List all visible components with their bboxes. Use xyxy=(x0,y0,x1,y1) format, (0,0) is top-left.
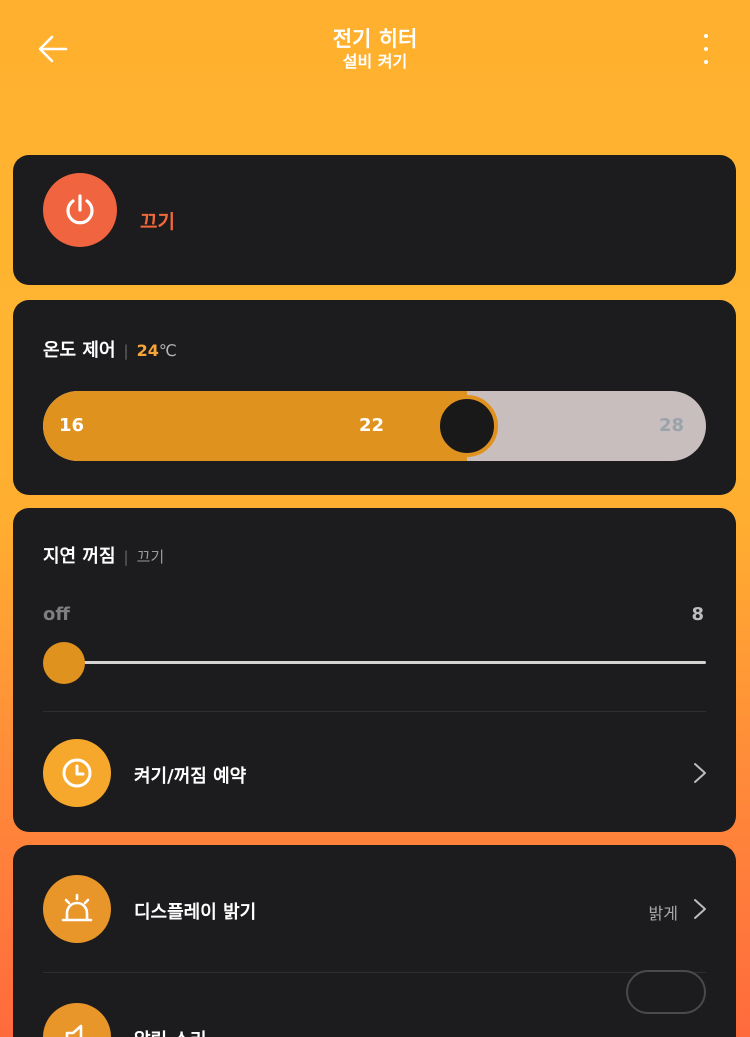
chevron-right-icon xyxy=(694,763,706,783)
schedule-label: 켜기/꺼짐 예약 xyxy=(134,766,247,787)
temperature-min-label: 16 xyxy=(59,415,85,436)
header: 전기 히터 설비 켜기 xyxy=(0,0,750,100)
notification-sound-label: 알림 소리 xyxy=(134,1026,207,1037)
temperature-mid-label: 22 xyxy=(359,415,385,436)
brightness-icon xyxy=(61,893,93,922)
display-settings-card: 디스플레이 밝기 밝게 알림 소리 xyxy=(13,845,736,1037)
chevron-right-icon xyxy=(694,899,706,919)
delay-off-title-row: 지연 꺼짐 | 끄기 xyxy=(43,546,165,567)
page-subtitle: 설비 켜기 xyxy=(342,52,408,71)
temperature-unit: ℃ xyxy=(158,341,177,360)
schedule-icon-bg xyxy=(43,739,111,807)
title-block: 전기 히터 설비 켜기 xyxy=(0,26,750,72)
power-card: 끄기 xyxy=(13,155,736,285)
temperature-title: 온도 제어 xyxy=(43,340,116,361)
delay-off-slider-knob[interactable] xyxy=(43,642,85,684)
sound-icon-bg xyxy=(43,1003,111,1037)
temperature-slider-knob[interactable] xyxy=(436,395,499,457)
notification-sound-row[interactable]: 알림 소리 xyxy=(13,1003,736,1037)
delay-off-slider-track[interactable] xyxy=(53,661,706,664)
temperature-title-row: 온도 제어 | 24℃ xyxy=(43,340,177,361)
divider xyxy=(43,711,706,712)
display-brightness-label: 디스플레이 밝기 xyxy=(134,902,257,923)
temperature-max-label: 28 xyxy=(658,415,684,436)
speaker-icon xyxy=(65,1024,83,1037)
power-button[interactable] xyxy=(43,173,117,247)
display-brightness-value: 밝게 xyxy=(648,904,678,923)
schedule-row[interactable]: 켜기/꺼짐 예약 xyxy=(13,739,736,819)
delay-off-min-label: off xyxy=(43,604,70,625)
delay-off-title: 지연 꺼짐 xyxy=(43,546,116,567)
more-options-icon[interactable] xyxy=(694,34,718,64)
delay-off-max-label: 8 xyxy=(691,604,704,625)
clock-icon xyxy=(62,758,92,788)
delay-off-status: 끄기 xyxy=(136,548,165,566)
power-icon xyxy=(66,194,94,225)
temperature-card: 온도 제어 | 24℃ 16 22 28 xyxy=(13,300,736,495)
notification-sound-toggle[interactable] xyxy=(626,970,706,1014)
display-icon-bg xyxy=(43,875,111,943)
display-brightness-row[interactable]: 디스플레이 밝기 밝게 xyxy=(13,875,736,955)
temperature-value: 24 xyxy=(136,341,159,360)
power-state-label: 끄기 xyxy=(140,211,175,233)
temperature-slider[interactable]: 16 22 28 xyxy=(43,391,706,461)
page-title: 전기 히터 xyxy=(332,27,418,51)
delay-off-card: 지연 꺼짐 | 끄기 off 8 켜기/꺼짐 예약 xyxy=(13,508,736,832)
divider xyxy=(43,972,706,973)
temperature-slider-fill xyxy=(43,391,468,461)
